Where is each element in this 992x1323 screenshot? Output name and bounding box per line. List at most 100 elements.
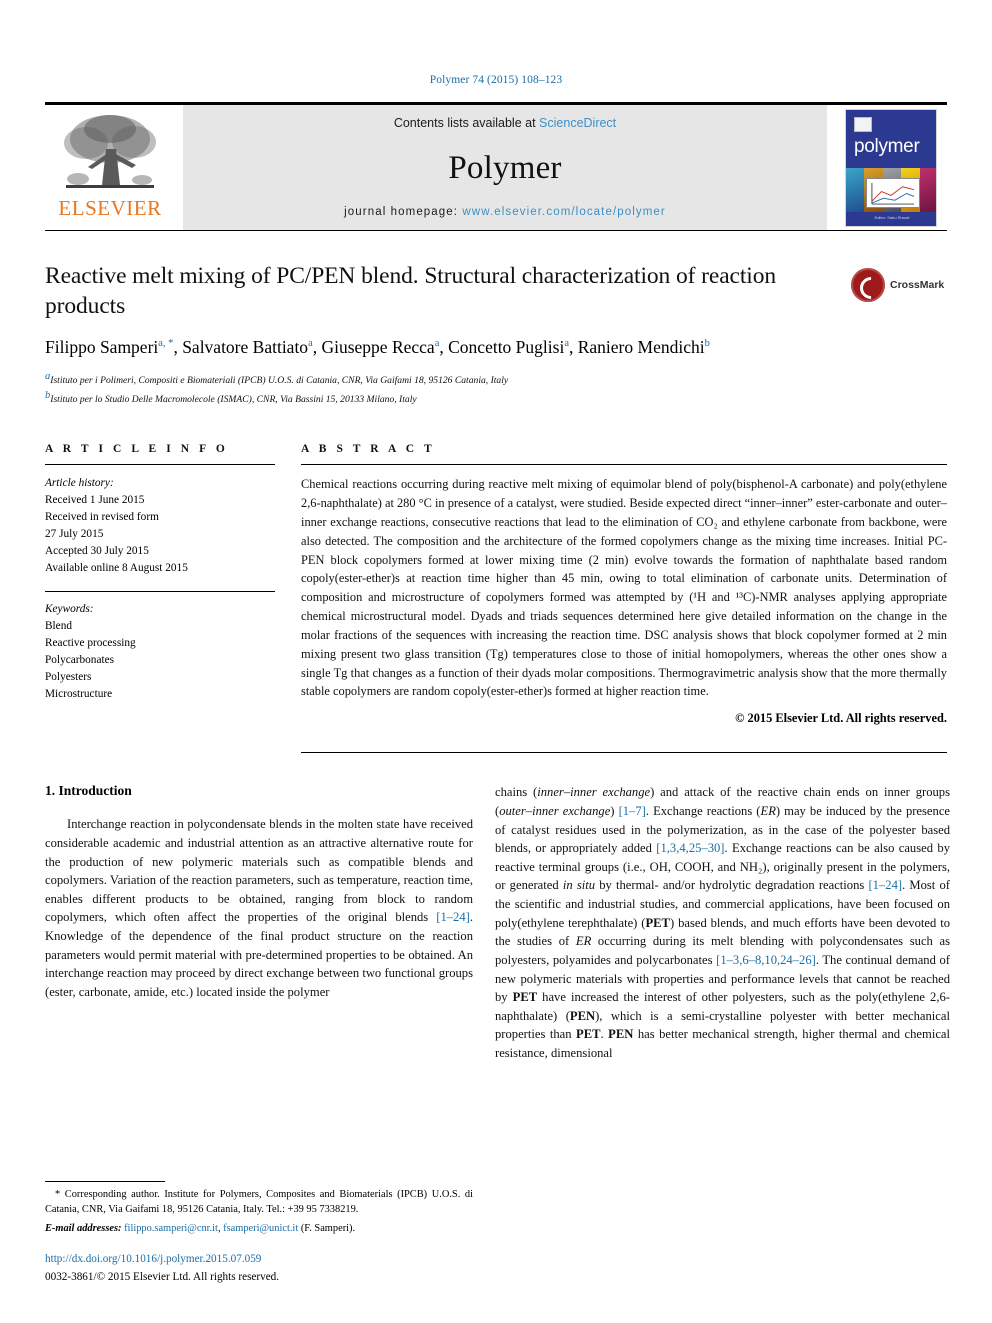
abstract-heading: A B S T R A C T [301, 443, 436, 456]
keyword-item: Reactive processing [45, 636, 136, 649]
author-marks[interactable]: a, * [158, 338, 173, 349]
keyword-item: Blend [45, 619, 72, 632]
keywords-rule [45, 590, 275, 592]
author-name: Giuseppe Recca [321, 337, 435, 358]
affiliation-text: Istituto per lo Studio Delle Macromoleco… [50, 394, 417, 406]
intro-emphasis: ER [575, 934, 592, 949]
affiliation-text: Istituto per i Polimeri, Compositi e Bio… [50, 375, 509, 387]
abstract-bottom-rule [301, 752, 947, 754]
cover-elsevier-box-icon [854, 116, 872, 132]
keyword-item: Polyesters [45, 670, 92, 683]
journal-masthead: ELSEVIER Contents lists available at Sci… [45, 102, 947, 230]
footnote-area: * Corresponding author. Institute for Po… [45, 1180, 473, 1285]
doi-block: http://dx.doi.org/10.1016/j.polymer.2015… [45, 1251, 473, 1285]
intro-bold: PET [512, 990, 538, 1005]
author-name: Filippo Samperi [45, 337, 159, 358]
cover-journal-word: polymer [854, 135, 920, 157]
intro-paragraph-left: Interchange reaction in polycondensate b… [45, 815, 473, 1001]
info-and-abstract: A R T I C L E I N F O Article history: R… [45, 443, 947, 754]
title-area: Reactive melt mixing of PC/PEN blend. St… [45, 261, 947, 407]
email-link-1[interactable]: filippo.samperi@cnr.it [124, 1223, 218, 1234]
email-suffix: (F. Samperi). [298, 1222, 356, 1234]
contents-prefix: Contents lists available at [393, 116, 536, 130]
email-label: E-mail addresses: [45, 1222, 122, 1234]
body-columns: 1. Introduction Interchange reaction in … [45, 783, 950, 1062]
author-marks[interactable]: a [435, 338, 440, 349]
cover-caption: Editor: Sabu Sharaf [874, 214, 910, 220]
article-history-item: Available online 8 August 2015 [45, 561, 188, 574]
citation-ref[interactable]: [1–3,6–8,10,24–26] [716, 953, 816, 967]
sciencedirect-link[interactable]: ScienceDirect [539, 116, 616, 130]
homepage-url-link[interactable]: www.elsevier.com/locate/polymer [462, 206, 665, 218]
crossmark-icon [851, 268, 885, 302]
intro-text-part: ) [610, 803, 619, 818]
keyword-item: Microstructure [45, 687, 113, 700]
crossmark-badge-group[interactable]: CrossMark [851, 259, 947, 311]
intro-bold: PEN [608, 1027, 634, 1042]
intro-bold: PET [576, 1027, 601, 1042]
affiliation-item: bIstituto per lo Studio Delle Macromolec… [45, 388, 947, 407]
journal-cover-thumbnail: polymer Editor: Sabu Sharaf [835, 105, 947, 230]
citation-ref[interactable]: [1,3,4,25–30] [656, 841, 724, 855]
article-page: Polymer 74 (2015) 108–123 ELSEVIER Conte… [0, 0, 992, 1323]
intro-text-part: . [600, 1027, 609, 1042]
corresponding-author-note: * Corresponding author. Institute for Po… [45, 1188, 473, 1218]
cover-image: polymer Editor: Sabu Sharaf [845, 108, 937, 227]
footnote-rule [45, 1180, 165, 1182]
article-history-item: Accepted 30 July 2015 [45, 544, 149, 557]
masthead-bottom-rule [45, 230, 947, 231]
contents-available-line: Contents lists available at ScienceDirec… [394, 116, 616, 130]
page-title: Reactive melt mixing of PC/PEN blend. St… [45, 263, 777, 320]
article-info-column: A R T I C L E I N F O Article history: R… [45, 443, 275, 753]
masthead-center: Contents lists available at ScienceDirec… [183, 105, 827, 230]
running-head: Polymer 74 (2015) 108–123 [429, 74, 563, 86]
article-info-heading: A R T I C L E I N F O [45, 443, 229, 456]
article-history-label: Article history: [45, 477, 114, 490]
author-marks[interactable]: a [308, 338, 313, 349]
abstract-text: Chemical reactions occurring during reac… [301, 477, 947, 699]
abstract-copyright: © 2015 Elsevier Ltd. All rights reserved… [735, 711, 947, 726]
intro-text-part: chains ( [495, 785, 538, 800]
email-link-2[interactable]: fsamperi@unict.it [223, 1223, 298, 1234]
cover-inset-figure [866, 177, 920, 208]
issn-copyright: 0032-3861/© 2015 Elsevier Ltd. All right… [45, 1270, 280, 1283]
keywords-block: Keywords: Blend Reactive processing Poly… [45, 590, 275, 703]
citation-ref[interactable]: [1–7] [619, 804, 646, 818]
author-name: Raniero Mendichi [577, 337, 705, 358]
intro-text-part: Interchange reaction in polycondensate b… [45, 817, 473, 925]
body-column-left: 1. Introduction Interchange reaction in … [45, 783, 473, 1062]
intro-paragraph-right: chains (inner–inner exchange) and attack… [495, 783, 950, 1062]
journal-homepage-line: journal homepage: www.elsevier.com/locat… [344, 206, 666, 218]
author-marks[interactable]: a [564, 338, 569, 349]
intro-emphasis: in situ [562, 878, 596, 893]
author-marks[interactable]: b [705, 338, 710, 349]
citation-ref[interactable]: [1–24] [436, 910, 470, 924]
author-list: Filippo Samperia, *, Salvatore Battiatoa… [45, 337, 710, 358]
elsevier-tree-icon [64, 115, 156, 188]
intro-bold: PEN [569, 1008, 596, 1023]
email-addresses-note: E-mail addresses: filippo.samperi@cnr.it… [45, 1222, 473, 1237]
section-heading-introduction: 1. Introduction [45, 783, 132, 799]
elsevier-logo: ELSEVIER [45, 105, 175, 230]
intro-bold: PET [645, 915, 670, 930]
crossmark-label: CrossMark [890, 279, 945, 291]
keywords-label: Keywords: [45, 602, 94, 615]
corresponding-author-text: * Corresponding author. Institute for Po… [45, 1188, 473, 1215]
intro-emphasis: ER [760, 803, 776, 818]
doi-link[interactable]: http://dx.doi.org/10.1016/j.polymer.2015… [45, 1251, 473, 1267]
intro-text-part: by thermal- and/or hydrolytic degradatio… [595, 878, 869, 893]
article-history-item: Received 1 June 2015 [45, 494, 145, 507]
homepage-label: journal homepage: [344, 206, 459, 218]
journal-title: Polymer [448, 149, 562, 186]
article-info-rule [45, 464, 275, 466]
intro-text-part: . Exchange reactions ( [645, 803, 761, 818]
article-history-item: 27 July 2015 [45, 528, 104, 540]
abstract-rule [301, 464, 947, 466]
intro-emphasis: outer–inner exchange [499, 803, 611, 818]
citation-ref[interactable]: [1–24] [868, 878, 902, 892]
elsevier-wordmark: ELSEVIER [58, 196, 162, 220]
affiliation-list: aIstituto per i Polimeri, Compositi e Bi… [45, 369, 947, 407]
intro-emphasis: inner–inner exchange [537, 785, 651, 800]
author-name: Salvatore Battiato [182, 337, 309, 358]
body-column-right: chains (inner–inner exchange) and attack… [495, 783, 950, 1062]
